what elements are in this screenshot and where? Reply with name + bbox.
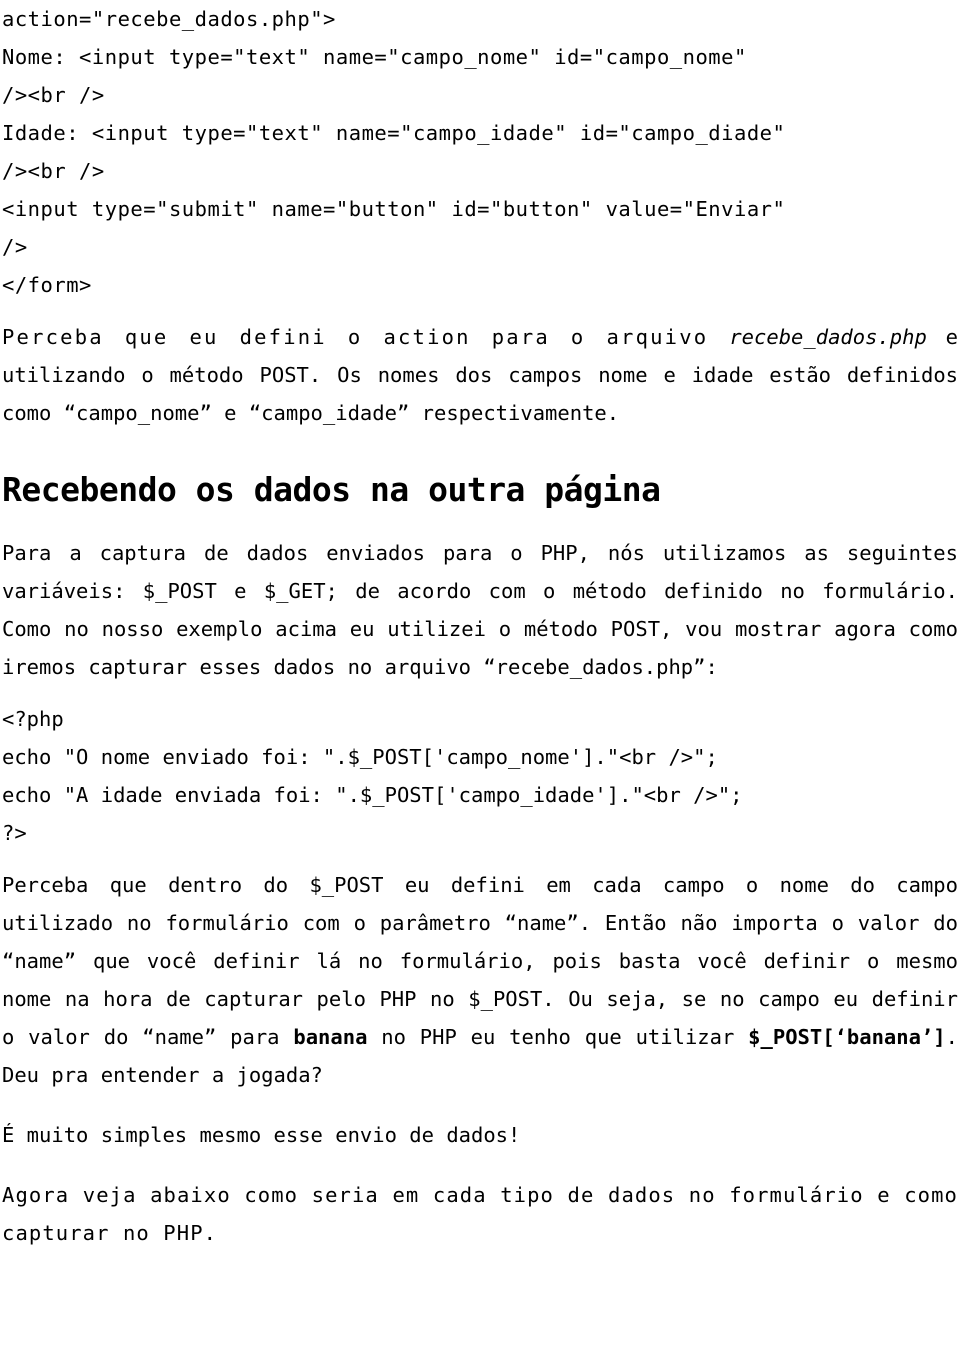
paragraph-action-explanation: Perceba que eu defini o action para o ar…	[2, 318, 958, 432]
section-heading-recebendo: Recebendo os dados na outra página	[2, 470, 661, 509]
code-line: ?>	[2, 821, 27, 845]
paragraph-text: no PHP eu tenho que utilizar	[367, 1025, 749, 1049]
document-page: action="recebe_dados.php"> Nome: <input …	[0, 0, 960, 1252]
code-line: /><br />	[2, 83, 105, 107]
code-line: action="recebe_dados.php">	[2, 7, 336, 31]
paragraph-captura-dados: Para a captura de dados enviados para o …	[2, 541, 958, 679]
code-line: <?php	[2, 707, 64, 731]
inline-emphasis-post-banana: $_POST[‘banana’]	[748, 1025, 946, 1049]
code-line: </form>	[2, 273, 92, 297]
code-line: /><br />	[2, 159, 105, 183]
code-line: echo "O nome enviado foi: ".$_POST['camp…	[2, 745, 718, 769]
paragraph-agora-veja: Agora veja abaixo como seria em cada tip…	[2, 1183, 958, 1245]
code-line: echo "A idade enviada foi: ".$_POST['cam…	[2, 783, 743, 807]
code-line: Nome: <input type="text" name="campo_nom…	[2, 45, 747, 69]
inline-emphasis-banana: banana	[293, 1025, 368, 1049]
paragraph-simples: É muito simples mesmo esse envio de dado…	[2, 1123, 521, 1147]
code-block-php: <?php echo "O nome enviado foi: ".$_POST…	[2, 700, 958, 852]
code-block-form: action="recebe_dados.php"> Nome: <input …	[2, 0, 958, 304]
paragraph-text: Perceba que eu defini o action para o ar…	[2, 325, 730, 349]
code-line: <input type="submit" name="button" id="b…	[2, 197, 786, 221]
paragraph-text: Perceba que dentro do $_POST eu defini e…	[2, 873, 958, 1049]
code-line: />	[2, 235, 28, 259]
code-line: Idade: <input type="text" name="campo_id…	[2, 121, 786, 145]
inline-filename: recebe_dados.php	[729, 325, 927, 349]
paragraph-post-name: Perceba que dentro do $_POST eu defini e…	[2, 866, 958, 1094]
